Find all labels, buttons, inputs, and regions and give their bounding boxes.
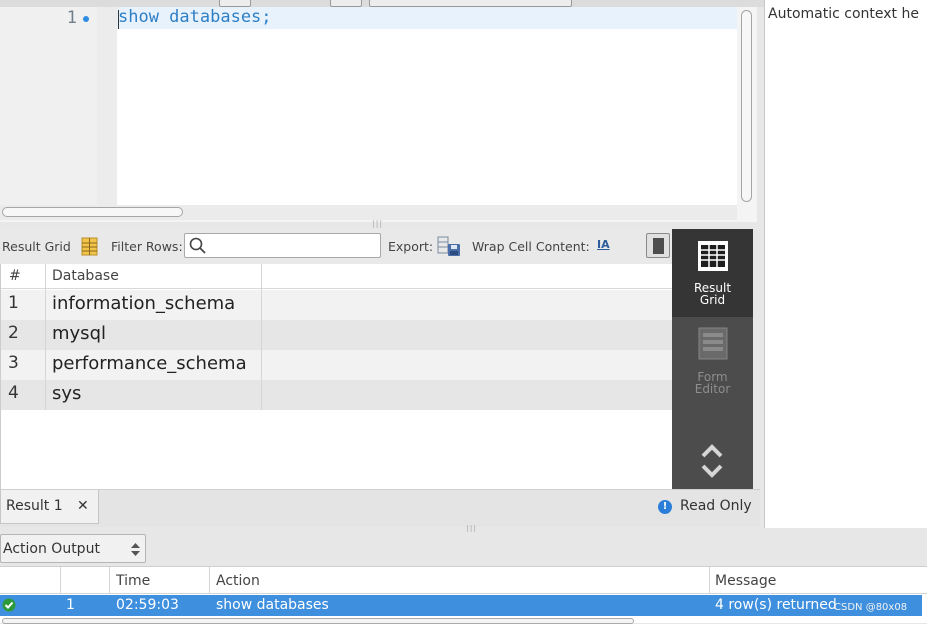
output-row[interactable]: 1 02:59:03 show databases 4 row(s) retur… [0, 595, 922, 616]
result-grid-tab-label: Grid [699, 293, 726, 307]
splitter-grip-icon[interactable]: ||| [372, 219, 383, 228]
action-output-table[interactable]: Time Action Message 1 02:59:03 show data… [0, 566, 927, 623]
output-header: Action Output [0, 532, 927, 565]
column-divider[interactable] [709, 567, 710, 594]
result-grid-panel-icon [698, 241, 728, 271]
filter-rows-input[interactable] [184, 233, 381, 258]
toolbar-button[interactable] [330, 0, 362, 7]
editor-vertical-scrollbar[interactable] [741, 10, 752, 202]
table-row[interactable]: 3 performance_schema [1, 350, 673, 380]
result-toolbar: Result Grid Filter Rows: Export: Wrap Ce… [0, 229, 672, 264]
table-row[interactable]: 2 mysql [1, 320, 673, 350]
success-check-icon [2, 598, 16, 612]
fold-column [97, 7, 117, 205]
result-tab-strip: Result 1 ✕ ! Read Only ||| [0, 489, 760, 533]
output-type-select[interactable]: Action Output [0, 534, 146, 563]
line-gutter: 1 [0, 7, 97, 205]
text-caret [118, 10, 119, 29]
filter-rows-label: Filter Rows: [111, 239, 183, 254]
context-help-panel: Automatic context he [764, 0, 927, 528]
row-number: 3 [8, 353, 19, 373]
result-side-panel: Result Grid Form Editor [672, 229, 753, 489]
column-divider[interactable] [60, 567, 61, 594]
export-label: Export: [388, 239, 434, 254]
result-grid-icon[interactable] [81, 237, 98, 260]
code-line[interactable]: show databases; [118, 7, 272, 27]
database-cell[interactable]: information_schema [52, 293, 235, 314]
toolbar-button[interactable] [219, 0, 251, 7]
select-arrows-icon [131, 543, 140, 556]
table-row[interactable]: 1 information_schema [1, 290, 673, 320]
chevron-up-down-icon[interactable] [700, 442, 724, 480]
context-help-text: Automatic context he [768, 6, 919, 22]
output-message: 4 row(s) returned [715, 597, 837, 613]
form-editor-tab[interactable]: Form Editor [672, 317, 753, 407]
output-action: show databases [216, 597, 329, 613]
column-header-message[interactable]: Message [715, 573, 776, 589]
form-editor-icon [698, 327, 728, 360]
database-cell[interactable]: performance_schema [52, 353, 247, 374]
column-header-num[interactable]: # [9, 268, 21, 284]
panel-icon [653, 238, 664, 254]
toggle-side-panel-button[interactable] [646, 233, 670, 258]
tab-result-1[interactable]: Result 1 ✕ [0, 490, 99, 524]
result-grid-label: Result Grid [2, 239, 71, 254]
info-icon: ! [658, 500, 672, 514]
row-number: 1 [8, 293, 19, 313]
output-horizontal-scrollbar[interactable] [2, 618, 634, 624]
result-grid-tab[interactable]: Result Grid [672, 229, 753, 317]
sql-editor[interactable]: 1 show databases; ||| [0, 7, 757, 228]
column-header-database[interactable]: Database [52, 268, 119, 284]
output-header-row: Time Action Message [0, 567, 927, 594]
watermark: CSDN @80x08 [834, 602, 908, 613]
result-grid[interactable]: # Database 1 information_schema 2 mysql … [0, 264, 673, 489]
output-type-value: Action Output [3, 541, 100, 557]
wrap-cell-icon[interactable]: IA [597, 238, 610, 251]
close-icon[interactable]: ✕ [77, 498, 89, 514]
code-area[interactable] [97, 7, 737, 205]
column-header-time[interactable]: Time [116, 573, 150, 589]
output-row-number: 1 [66, 597, 75, 613]
form-editor-tab-label: Editor [694, 382, 731, 396]
row-number: 4 [8, 383, 19, 403]
grid-header: # Database [1, 264, 673, 289]
database-cell[interactable]: mysql [52, 323, 106, 344]
read-only-status: Read Only [680, 498, 752, 514]
column-divider[interactable] [109, 567, 110, 594]
table-row[interactable]: 4 sys [1, 380, 673, 410]
tab-label: Result 1 [6, 498, 63, 514]
export-icon[interactable] [437, 236, 461, 261]
database-cell[interactable]: sys [52, 383, 81, 404]
wrap-cell-label: Wrap Cell Content: [472, 239, 590, 254]
line-number: 1 [66, 8, 77, 28]
statement-marker-icon [83, 16, 89, 22]
column-divider[interactable] [209, 567, 210, 594]
row-number: 2 [8, 323, 19, 343]
column-divider[interactable] [261, 264, 262, 410]
column-header-action[interactable]: Action [216, 573, 260, 589]
toolbar-combo[interactable] [369, 0, 572, 7]
editor-horizontal-scrollbar[interactable] [2, 207, 183, 217]
search-icon [189, 237, 206, 254]
column-divider[interactable] [45, 264, 46, 410]
output-time: 02:59:03 [116, 597, 179, 613]
